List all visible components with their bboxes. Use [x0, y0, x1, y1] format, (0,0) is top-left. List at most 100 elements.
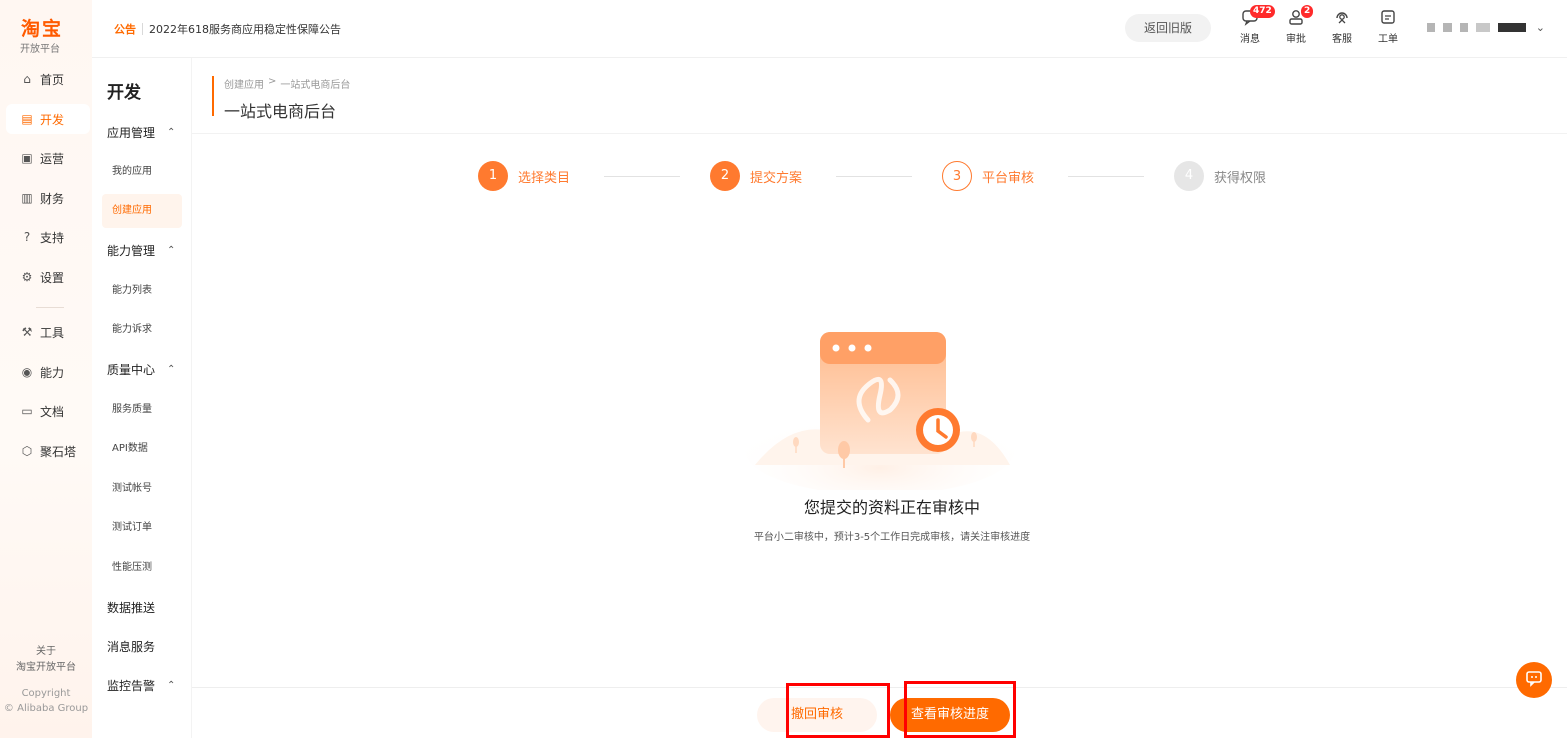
nav-item-label: 开发	[40, 112, 65, 127]
subnav-title: 开发	[107, 83, 141, 103]
header-icon-label: 工单	[1378, 34, 1398, 45]
chevron-up-icon: ⌃	[167, 245, 176, 256]
breadcrumb-separator: >	[268, 76, 277, 87]
subnav-item-my-apps[interactable]: 我的应用	[102, 155, 182, 189]
status-title: 您提交的资料正在审核中	[803, 498, 980, 517]
masked-username-block	[1476, 22, 1490, 32]
breadcrumb: 创建应用 > 一站式电商后台 一站式电商后台	[212, 76, 351, 121]
nav-item-label: 支持	[40, 230, 65, 245]
folder-icon: ▭	[21, 404, 33, 418]
nav-item-tools[interactable]: ⚒ 工具	[6, 317, 90, 347]
header-tickets[interactable]: 工单	[1368, 8, 1408, 48]
masked-username-block	[1443, 22, 1452, 32]
subnav-item-service-quality[interactable]: 服务质量	[102, 393, 182, 427]
secondary-sidebar: 开发 应用管理 ⌃ 我的应用 创建应用 能力管理 ⌃ 能力列表 能力诉求 质量中…	[92, 58, 192, 738]
subnav-item-api-data[interactable]: API数据	[102, 432, 182, 466]
subnav-group-label: 消息服务	[107, 640, 156, 654]
subnav-item-ability-request[interactable]: 能力诉求	[102, 313, 182, 347]
subnav-group-label: 质量中心	[107, 363, 156, 377]
approval-count-badge: 2	[1301, 5, 1314, 18]
back-to-old-version-button[interactable]: 返回旧版	[1125, 14, 1211, 42]
chat-icon	[1525, 669, 1543, 691]
header-icon-label: 消息	[1240, 34, 1260, 45]
settings-icon: ⚙	[21, 270, 33, 284]
step-get-permission: 4 获得权限	[1174, 161, 1266, 191]
nav-item-label: 工具	[40, 325, 65, 340]
headset-icon	[1322, 8, 1362, 30]
finance-icon: ▥	[21, 191, 33, 205]
nav-item-label: 运营	[40, 151, 65, 166]
masked-username-block	[1459, 22, 1469, 32]
nav-item-finance[interactable]: ▥ 财务	[6, 183, 90, 213]
highlight-box	[904, 681, 1016, 738]
subnav-group-data-push[interactable]: 数据推送	[107, 599, 155, 616]
nav-item-develop[interactable]: ▤ 开发	[6, 104, 90, 134]
step-select-category: 1 选择类目	[478, 161, 570, 191]
step-label: 平台审核	[982, 170, 1035, 186]
page-title: 一站式电商后台	[224, 102, 337, 121]
subnav-item-test-account[interactable]: 测试帐号	[102, 472, 182, 506]
subnav-group-label: 应用管理	[107, 126, 156, 140]
notice-link[interactable]: 2022年618服务商应用稳定性保障公告	[149, 21, 341, 37]
breadcrumb-parent[interactable]: 创建应用	[224, 76, 264, 91]
chevron-down-icon: ⌄	[1535, 20, 1546, 34]
support-icon: ?	[23, 230, 31, 244]
status-description: 平台小二审核中，预计3-5个工作日完成审核，请关注审核进度	[753, 532, 1031, 543]
nav-item-label: 首页	[40, 72, 65, 87]
subnav-group-monitor-alert[interactable]: 监控告警 ⌃	[107, 677, 175, 694]
step-platform-review: 3 平台审核	[942, 161, 1034, 191]
floating-chat-button[interactable]	[1516, 662, 1552, 698]
nav-item-operations[interactable]: ▣ 运营	[6, 143, 90, 173]
step-number: 3	[942, 161, 972, 191]
primary-sidebar: 淘宝 开放平台 ⌂ 首页 ▤ 开发 ▣ 运营 ▥ 财务 ? 支持 ⚙ 设置 ⚒ …	[0, 0, 92, 738]
header-customer-service[interactable]: 客服	[1322, 8, 1362, 48]
subnav-group-label: 能力管理	[107, 244, 156, 258]
subnav-group-quality-center[interactable]: 质量中心 ⌃	[107, 361, 175, 378]
message-count-badge: 472	[1250, 5, 1275, 18]
highlight-box	[786, 683, 890, 738]
breadcrumb-current: 一站式电商后台	[280, 80, 351, 91]
ability-icon: ◉	[21, 365, 33, 379]
step-connector	[1068, 176, 1144, 177]
divider	[192, 133, 1567, 134]
header-icon-label: 客服	[1332, 34, 1352, 45]
subnav-group-ability-management[interactable]: 能力管理 ⌃	[107, 242, 175, 259]
top-header: 公告 2022年618服务商应用稳定性保障公告 返回旧版 472 消息 2 审批…	[92, 0, 1567, 58]
notice-tag: 公告	[114, 22, 136, 36]
nav-item-label: 设置	[40, 270, 65, 285]
user-menu[interactable]: ⌄	[1427, 20, 1545, 34]
subnav-item-create-app[interactable]: 创建应用	[102, 194, 182, 228]
nav-item-label: 能力	[40, 365, 65, 380]
nav-item-jushita[interactable]: ⬡ 聚石塔	[6, 436, 90, 466]
logo[interactable]: 淘宝	[21, 14, 63, 41]
subnav-group-app-management[interactable]: 应用管理 ⌃	[107, 124, 175, 141]
header-messages[interactable]: 472 消息	[1230, 5, 1275, 48]
subnav-group-label: 数据推送	[107, 601, 156, 615]
nav-item-label: 文档	[40, 404, 65, 419]
notice-separator	[142, 22, 143, 35]
copyright-line1: Copyright	[21, 688, 71, 699]
home-icon: ⌂	[23, 72, 31, 86]
nav-item-home[interactable]: ⌂ 首页	[6, 64, 90, 94]
code-icon: ▤	[21, 112, 33, 126]
chevron-up-icon: ⌃	[167, 127, 176, 138]
step-submit-plan: 2 提交方案	[710, 161, 802, 191]
subnav-item-load-test[interactable]: 性能压测	[102, 551, 182, 585]
subnav-item-test-order[interactable]: 测试订单	[102, 511, 182, 545]
subnav-group-message-service[interactable]: 消息服务	[107, 638, 155, 655]
header-approval[interactable]: 2 审批	[1276, 5, 1316, 48]
nav-item-ability[interactable]: ◉ 能力	[6, 357, 90, 387]
tool-icon: ⚒	[21, 325, 33, 339]
step-number: 4	[1174, 161, 1204, 191]
nav-item-support[interactable]: ? 支持	[6, 222, 90, 252]
logo-subtitle: 开放平台	[20, 44, 60, 55]
step-number: 2	[710, 161, 740, 191]
step-label: 选择类目	[518, 170, 571, 186]
masked-username-block	[1427, 22, 1436, 32]
nav-item-docs[interactable]: ▭ 文档	[6, 396, 90, 426]
nav-item-settings[interactable]: ⚙ 设置	[6, 262, 90, 292]
about-link-line1[interactable]: 关于	[0, 642, 92, 657]
subnav-item-ability-list[interactable]: 能力列表	[102, 274, 182, 308]
step-label: 获得权限	[1214, 170, 1267, 186]
about-link-line2[interactable]: 淘宝开放平台	[0, 658, 92, 673]
